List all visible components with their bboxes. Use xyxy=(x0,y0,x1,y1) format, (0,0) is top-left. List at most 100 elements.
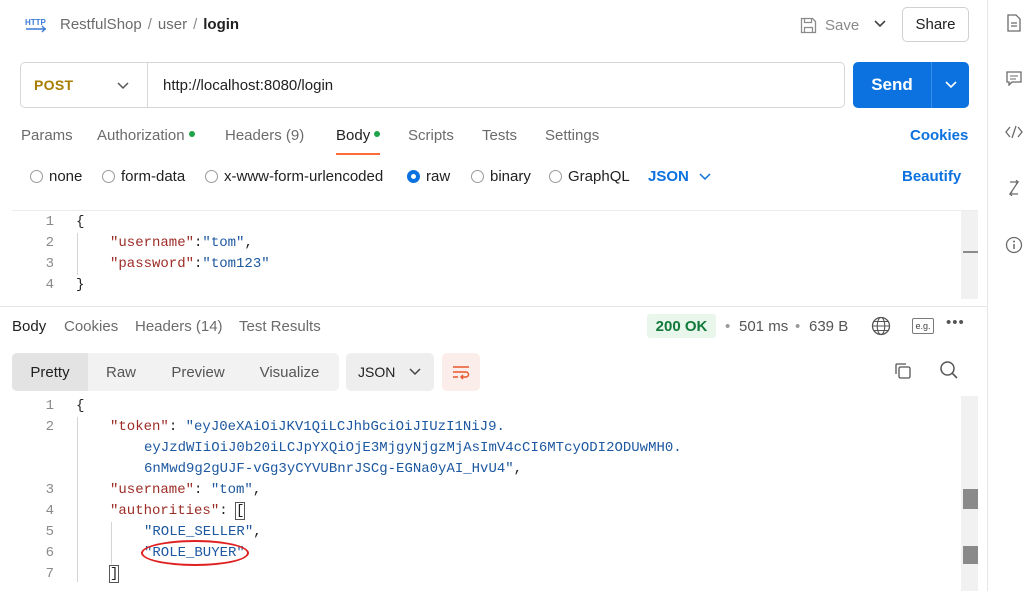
globe-icon[interactable] xyxy=(871,316,891,336)
scrollbar-thumb[interactable] xyxy=(963,251,978,253)
tab-authorization[interactable]: Authorization xyxy=(97,127,195,155)
chevron-down-icon xyxy=(874,20,886,28)
method-label: POST xyxy=(34,77,74,93)
separator-dot: • xyxy=(795,318,801,335)
radio-raw[interactable]: raw xyxy=(407,168,450,185)
tab-label: Settings xyxy=(545,127,600,144)
code-line: "authorities": [ xyxy=(110,502,246,520)
breadcrumb-separator: / xyxy=(147,16,152,33)
code-line: "token": "eyJ0eXAiOiJKV1QiLCJhbGciOiJIUz… xyxy=(110,419,505,435)
http-request-icon: HTTP xyxy=(24,15,48,35)
view-pretty[interactable]: Pretty xyxy=(12,353,88,391)
response-size[interactable]: 639 B xyxy=(809,318,848,335)
related-collections-icon[interactable] xyxy=(1004,179,1024,200)
pane-divider[interactable] xyxy=(0,306,987,307)
radio-circle xyxy=(205,170,218,183)
radio-binary[interactable]: binary xyxy=(471,168,531,185)
tab-label: Headers (9) xyxy=(225,127,305,144)
breadcrumb-separator: / xyxy=(193,16,198,33)
status-dot xyxy=(188,131,195,138)
tab-label: Params xyxy=(21,127,73,144)
scrollbar-thumb[interactable] xyxy=(963,489,978,509)
tab-label: Scripts xyxy=(408,127,454,144)
breadcrumb-folder[interactable]: user xyxy=(158,16,187,33)
url-input[interactable] xyxy=(163,63,833,107)
response-tab-cookies[interactable]: Cookies xyxy=(64,318,118,335)
indent-guide xyxy=(77,233,78,275)
line-number: 4 xyxy=(45,503,54,519)
view-preview[interactable]: Preview xyxy=(154,353,242,391)
tab-label: Body xyxy=(336,127,371,144)
response-time[interactable]: 501 ms xyxy=(739,318,788,335)
indent-guide xyxy=(77,417,78,582)
wrap-lines-button[interactable] xyxy=(442,353,480,391)
info-icon[interactable] xyxy=(1004,236,1024,256)
radio-label: none xyxy=(49,168,83,185)
line-number: 3 xyxy=(45,256,54,272)
save-button[interactable]: Save xyxy=(800,14,859,36)
status-badge[interactable]: 200 OK xyxy=(647,314,716,338)
save-as-example-icon[interactable]: e.g. xyxy=(912,318,934,334)
tab-settings[interactable]: Settings xyxy=(545,127,599,155)
documentation-icon[interactable] xyxy=(1004,14,1024,34)
radio-form-data[interactable]: form-data xyxy=(102,168,185,185)
response-tab-headers[interactable]: Headers (14) xyxy=(135,318,223,335)
tab-label: Tests xyxy=(482,127,518,144)
response-tab-test-results[interactable]: Test Results xyxy=(239,318,321,335)
tab-params[interactable]: Params xyxy=(21,127,73,155)
line-number: 1 xyxy=(45,398,54,414)
more-options-icon[interactable]: ••• xyxy=(946,314,965,331)
indent-guide xyxy=(111,522,112,564)
radio-circle xyxy=(471,170,484,183)
request-scrollbar[interactable] xyxy=(961,211,978,299)
response-tab-body[interactable]: Body xyxy=(12,318,46,335)
response-format-select[interactable]: JSON xyxy=(346,353,434,391)
save-icon xyxy=(800,17,817,33)
code-line: 6nMwd9g2gUJF-vGg3yCYVUBnrJSCg-EGNa0yAI_H… xyxy=(144,461,523,477)
separator-dot: • xyxy=(725,318,731,335)
request-header: HTTP RestfulShop / user / login Save Share xyxy=(0,0,987,50)
chevron-down-icon xyxy=(409,368,421,376)
comments-icon[interactable] xyxy=(1004,70,1024,90)
beautify-button[interactable]: Beautify xyxy=(902,168,961,185)
request-body-editor[interactable]: 1 2 3 4 { "username":"tom", "password":"… xyxy=(12,210,978,300)
search-icon[interactable] xyxy=(939,360,961,382)
scrollbar-thumb[interactable] xyxy=(963,546,978,564)
code-line: eyJzdWIiOiJ0b20iLCJpYXQiOjE3MjgyNjgzMjAs… xyxy=(144,440,682,456)
format-label: JSON xyxy=(358,364,396,380)
right-sidebar xyxy=(987,0,1024,591)
cookies-link[interactable]: Cookies xyxy=(910,127,968,144)
code-line: } xyxy=(76,277,85,293)
send-options-dropdown[interactable] xyxy=(932,62,969,108)
tab-body[interactable]: Body xyxy=(336,127,381,155)
tab-scripts[interactable]: Scripts xyxy=(408,127,454,155)
radio-label: x-www-form-urlencoded xyxy=(224,168,384,185)
radio-graphql[interactable]: GraphQL xyxy=(549,168,630,185)
wrap-lines-icon xyxy=(453,366,470,380)
copy-icon[interactable] xyxy=(893,361,915,383)
code-line: { xyxy=(76,214,85,230)
send-button[interactable]: Send xyxy=(853,62,931,108)
method-select[interactable]: POST xyxy=(21,63,148,107)
tab-headers[interactable]: Headers (9) xyxy=(225,127,304,155)
tab-tests[interactable]: Tests xyxy=(482,127,517,155)
radio-label: GraphQL xyxy=(568,168,630,185)
chevron-down-icon xyxy=(944,81,957,89)
view-raw[interactable]: Raw xyxy=(88,353,154,391)
radio-circle xyxy=(30,170,43,183)
radio-label: form-data xyxy=(121,168,186,185)
tab-label: Authorization xyxy=(97,127,185,144)
view-visualize[interactable]: Visualize xyxy=(242,353,337,391)
radio-none[interactable]: none xyxy=(30,168,82,185)
share-button[interactable]: Share xyxy=(902,7,969,42)
save-options-dropdown[interactable] xyxy=(868,8,892,40)
radio-x-www-form-urlencoded[interactable]: x-www-form-urlencoded xyxy=(205,168,383,185)
svg-text:HTTP: HTTP xyxy=(25,18,47,27)
breadcrumb-request[interactable]: login xyxy=(203,16,239,33)
radio-label: raw xyxy=(426,168,451,185)
body-language-select[interactable]: JSON xyxy=(648,168,711,185)
line-number: 4 xyxy=(45,277,54,293)
breadcrumb-workspace[interactable]: RestfulShop xyxy=(60,16,142,33)
code-icon[interactable] xyxy=(1004,125,1024,145)
line-number: 2 xyxy=(45,235,54,251)
